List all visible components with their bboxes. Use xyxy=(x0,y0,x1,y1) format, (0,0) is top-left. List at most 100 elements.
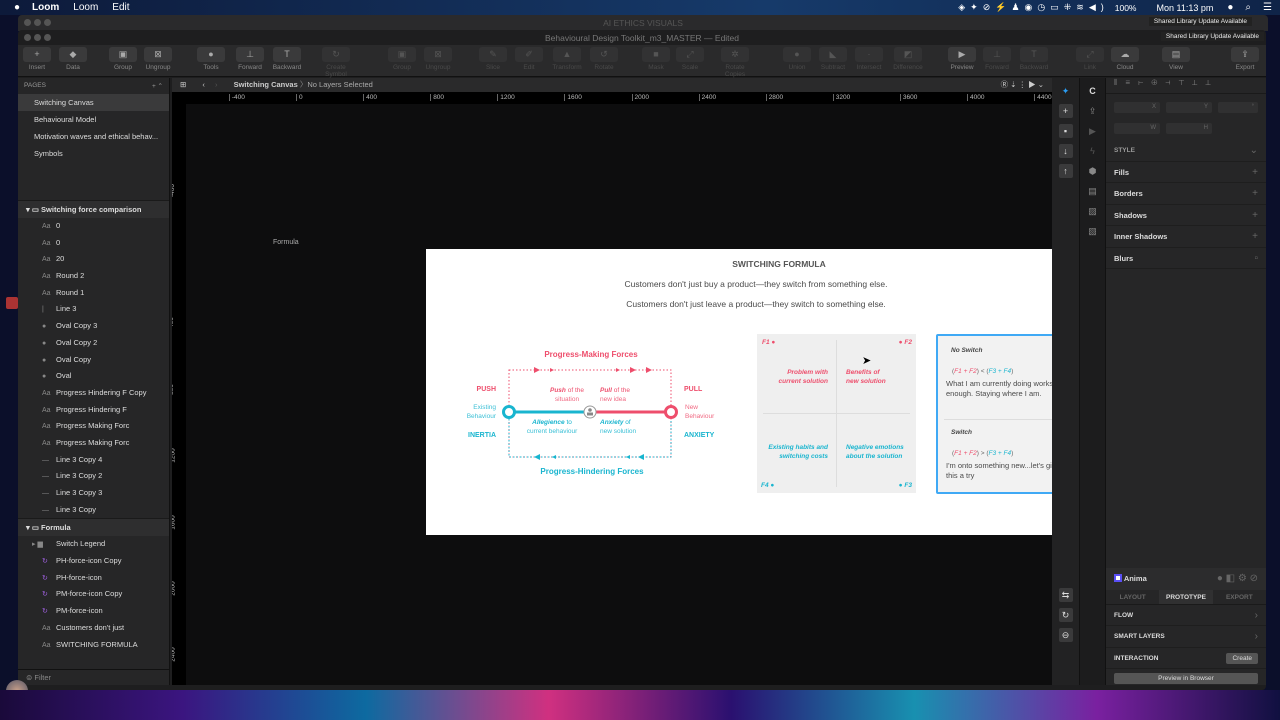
layout-icon[interactable]: ▤ xyxy=(1086,184,1100,198)
toolbar-intersect-button[interactable]: · Intersect xyxy=(849,47,889,71)
apple-icon[interactable]: ● xyxy=(14,2,20,13)
flow-row[interactable]: FLOW › xyxy=(1106,605,1266,626)
page-item[interactable]: Behavioural Model xyxy=(18,111,169,128)
toolbar-subtract-button[interactable]: ◣ Subtract xyxy=(813,47,853,71)
layer-row[interactable]: ↻ PH-force-icon Copy xyxy=(18,553,169,570)
download-icon[interactable]: ↓ xyxy=(1058,144,1073,158)
toolbar-scale-button[interactable]: ⤢ Scale xyxy=(670,47,710,71)
background-window[interactable]: AI ETHICS VISUALS Shared Library Update … xyxy=(18,15,1268,31)
anima-tab-export[interactable]: EXPORT xyxy=(1213,590,1266,604)
sync-icon[interactable]: ↻ xyxy=(1058,608,1073,622)
craft-icon[interactable]: C xyxy=(1086,84,1100,98)
add-icon[interactable]: + xyxy=(1252,162,1258,183)
forward-icon[interactable]: › xyxy=(215,80,218,89)
preview-in-browser-button[interactable]: Preview in Browser xyxy=(1114,673,1258,684)
battery-level[interactable]: 100% xyxy=(1115,3,1137,13)
style-row-fills[interactable]: Fills + xyxy=(1106,162,1266,183)
toolbar-group-button[interactable]: ▣ Group xyxy=(382,47,422,71)
layer-row[interactable]: — Line 3 Copy 4 xyxy=(18,452,169,469)
toolbar-forward-button[interactable]: ⊥ Forward xyxy=(977,47,1017,71)
add-icon[interactable]: + xyxy=(1252,205,1258,226)
page-item[interactable]: Motivation waves and ethical behav... xyxy=(18,128,169,145)
add-icon[interactable]: ▫ xyxy=(1254,248,1258,269)
style-header[interactable]: STYLE ⌄ xyxy=(1106,140,1266,162)
layer-row[interactable]: ● Oval Copy xyxy=(18,352,169,369)
disclosure-icon[interactable]: ▾ ▭ xyxy=(26,205,41,214)
field-w[interactable]: W xyxy=(1114,123,1160,134)
anima-tab-layout[interactable]: LAYOUT xyxy=(1106,590,1159,604)
layer-group[interactable]: ▾ ▭ Switching force comparison xyxy=(18,200,169,218)
layer-row[interactable]: ● Oval xyxy=(18,368,169,385)
add-icon[interactable]: + xyxy=(1058,104,1073,118)
toolbar-edit-button[interactable]: ✐ Edit xyxy=(509,47,549,71)
toolbar-union-button[interactable]: ● Union xyxy=(777,47,817,71)
smart-layers-row[interactable]: SMART LAYERS › xyxy=(1106,626,1266,648)
share-icon[interactable]: ⇆ xyxy=(1058,588,1073,602)
layer-row[interactable]: Aa Round 1 xyxy=(18,285,169,302)
add-page-icon[interactable]: + ⌃ xyxy=(152,82,163,90)
toolbar-slice-button[interactable]: ✎ Slice xyxy=(473,47,513,71)
toolbar-preview-button[interactable]: ▶ Preview xyxy=(942,47,982,71)
align-toolbar[interactable]: ⫴≡⊢⊕⊣⊤⊥⊥ xyxy=(1106,78,1266,94)
list-icon[interactable]: ☰ xyxy=(1263,2,1272,13)
toolbar-insert-button[interactable]: + Insert xyxy=(18,47,57,71)
toolbar-transform-button[interactable]: ▲ Transform xyxy=(547,47,587,71)
toolbar-forward-button[interactable]: ⊥ Forward xyxy=(230,47,270,71)
toolbar-cloud-button[interactable]: ☁ Cloud xyxy=(1105,47,1145,71)
page-breadcrumb[interactable]: Switching Canvas xyxy=(234,80,298,89)
toolbar-create-symbol-button[interactable]: ↻ Create Symbol xyxy=(316,47,356,78)
layer-row[interactable]: Aa Progress Hindering F xyxy=(18,402,169,419)
play-icon[interactable]: ▶ xyxy=(1086,124,1100,138)
grid-icon[interactable]: ⊞ xyxy=(180,80,186,89)
export-plugin-icon[interactable]: ⇪ xyxy=(1086,104,1100,118)
canvas-bar-tools[interactable]: Ⓡ ⇣ ⋮ ▶ ⌄ xyxy=(1001,78,1044,92)
bolt-icon[interactable]: ϟ xyxy=(1086,144,1100,158)
layer-row[interactable]: ● Oval Copy 2 xyxy=(18,335,169,352)
switch-legend[interactable]: No Switch (F1 + F2) < (F3 + F4) What I a… xyxy=(936,334,1052,494)
toolbar-rotate-button[interactable]: ↺ Rotate xyxy=(584,47,624,71)
back-icon[interactable]: ‹ xyxy=(202,80,205,89)
toolbar-export-button[interactable]: ⇪ Export xyxy=(1225,47,1265,71)
plugin-logo-icon[interactable]: ✦ xyxy=(1059,84,1073,98)
more-icon[interactable]: ⊖ xyxy=(1058,628,1073,642)
layer-row[interactable]: ▸ ▆ Switch Legend xyxy=(18,536,169,553)
library-notice[interactable]: Shared Library Update Available xyxy=(1160,32,1264,41)
style-row-inner-shadows[interactable]: Inner Shadows + xyxy=(1106,226,1266,248)
field-x[interactable]: X xyxy=(1114,102,1160,113)
layer-row[interactable]: Aa 0 xyxy=(18,235,169,252)
artboard-label[interactable]: Formula xyxy=(273,239,299,246)
field-h[interactable]: H xyxy=(1166,123,1212,134)
menu-edit[interactable]: Edit xyxy=(112,2,129,13)
layer-row[interactable]: — Line 3 Copy 3 xyxy=(18,485,169,502)
create-button[interactable]: Create xyxy=(1226,652,1258,664)
layer-row[interactable]: Aa 20 xyxy=(18,251,169,268)
layer-row[interactable]: — Line 3 Copy 2 xyxy=(18,468,169,485)
layer-row[interactable]: ↻ PM-force-icon xyxy=(18,603,169,620)
grid-plugin-icon[interactable]: ▪ xyxy=(1058,124,1073,138)
page-item[interactable]: Symbols xyxy=(18,145,169,162)
user-icon[interactable]: ● xyxy=(1227,2,1233,13)
layer-row[interactable]: Aa Progress Hindering F Copy xyxy=(18,385,169,402)
anima-tools[interactable]: ● ◧ ⚙ ⊘ xyxy=(1217,568,1258,590)
image-icon[interactable]: ▨ xyxy=(1086,204,1100,218)
search-icon[interactable]: ⌕ xyxy=(1245,2,1251,13)
anima-tab-prototype[interactable]: PROTOTYPE xyxy=(1159,589,1213,604)
hexagon-icon[interactable]: ⬢ xyxy=(1086,164,1100,178)
style-row-shadows[interactable]: Shadows + xyxy=(1106,205,1266,226)
toolbar-link-button[interactable]: ⤢ Link xyxy=(1070,47,1110,71)
toolbar-backward-button[interactable]: T Backward xyxy=(267,47,307,71)
red-swatch[interactable] xyxy=(6,297,18,309)
ruler-top[interactable]: -400 0 400 800 1200 1600 2000 2400 2800 3200 3600 4… xyxy=(172,92,1052,104)
artboard-formula[interactable]: SWITCHING FORMULA Customers don't just b… xyxy=(426,249,1052,535)
layer-group[interactable]: ▾ ▭ Formula xyxy=(18,518,169,537)
layer-row[interactable]: ● Oval Copy 3 xyxy=(18,318,169,335)
layer-row[interactable]: Aa SWITCHING FORMULA xyxy=(18,637,169,654)
layer-row[interactable]: ↻ PH-force-icon xyxy=(18,570,169,587)
page-item[interactable]: Switching Canvas xyxy=(18,94,169,111)
toolbar-ungroup-button[interactable]: ⊠ Ungroup xyxy=(418,47,458,71)
library-notice[interactable]: Shared Library Update Available xyxy=(1148,17,1252,26)
toolbar-ungroup-button[interactable]: ⊠ Ungroup xyxy=(138,47,178,71)
layer-row[interactable]: | Line 3 xyxy=(18,301,169,318)
clock[interactable]: Mon 11:13 pm xyxy=(1157,3,1214,13)
toolbar-tools-button[interactable]: ● Tools xyxy=(191,47,231,71)
